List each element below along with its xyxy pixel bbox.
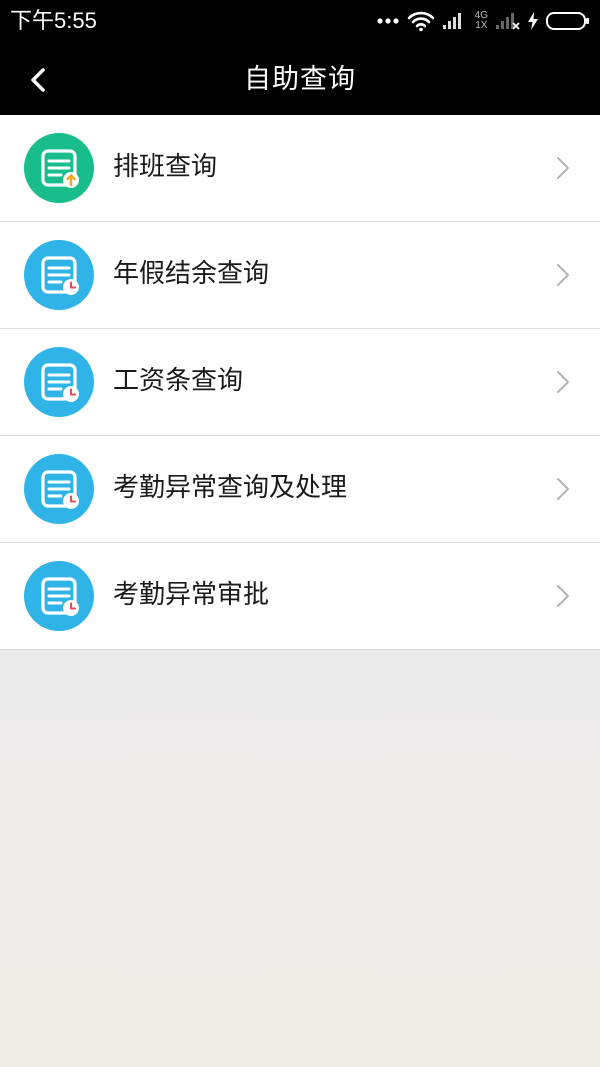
menu-item-label: 考勤异常审批	[113, 580, 270, 610]
signal-strength-icon	[442, 13, 461, 29]
document-clock-icon	[24, 240, 94, 310]
page-title: 自助查询	[244, 64, 356, 95]
network-type-label: 4G 1X	[475, 11, 488, 31]
menu-list: 排班查询 年假结余查询 工资条查询 考勤异常查询及处理 考勤异常审批	[0, 115, 600, 650]
signal-no-service-icon	[496, 13, 520, 30]
charging-icon	[528, 12, 538, 30]
document-clock-icon	[24, 454, 94, 524]
title-bar: 自助查询	[0, 42, 600, 115]
network-1x-label: 1X	[475, 20, 488, 31]
menu-item-label: 排班查询	[113, 152, 218, 182]
menu-item-label: 年假结余查询	[113, 259, 270, 289]
menu-item-attendance-exception-query[interactable]: 考勤异常查询及处理	[0, 436, 600, 543]
menu-item-label: 考勤异常查询及处理	[113, 473, 348, 503]
chevron-right-icon	[557, 585, 569, 607]
document-clock-icon	[24, 347, 94, 417]
chevron-right-icon	[557, 157, 569, 179]
chevron-right-icon	[557, 264, 569, 286]
document-clock-icon	[24, 561, 94, 631]
menu-item-annual-leave-query[interactable]: 年假结余查询	[0, 222, 600, 329]
menu-item-payslip-query[interactable]: 工资条查询	[0, 329, 600, 436]
chevron-right-icon	[557, 478, 569, 500]
status-time: 下午5:55	[10, 8, 97, 33]
document-upload-icon	[24, 133, 94, 203]
more-dots-icon	[377, 18, 399, 24]
wifi-icon	[407, 11, 434, 32]
status-bar: 下午5:55 4G 1X	[0, 0, 600, 42]
menu-item-label: 工资条查询	[113, 366, 244, 396]
status-icons: 4G 1X	[377, 8, 590, 34]
menu-item-schedule-query[interactable]: 排班查询	[0, 115, 600, 222]
chevron-right-icon	[557, 371, 569, 393]
battery-icon	[546, 12, 589, 30]
menu-item-attendance-exception-approval[interactable]: 考勤异常审批	[0, 543, 600, 649]
